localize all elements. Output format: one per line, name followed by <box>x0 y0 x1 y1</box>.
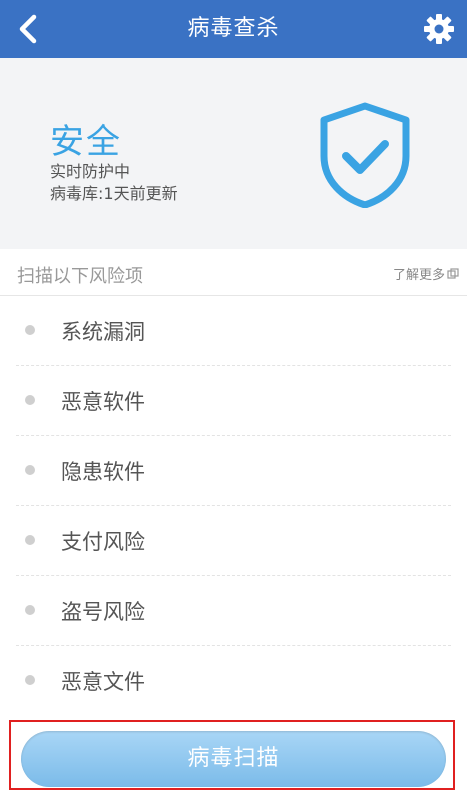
risk-label: 支付风险 <box>61 530 145 554</box>
risk-label: 隐患软件 <box>61 460 145 484</box>
risk-item-malware: 恶意软件 <box>16 366 451 436</box>
settings-button[interactable] <box>417 7 461 51</box>
external-link-icon <box>447 267 459 279</box>
bullet-icon <box>25 395 35 405</box>
bullet-icon <box>25 675 35 685</box>
status-title: 安全 <box>50 122 122 162</box>
risk-label: 恶意文件 <box>61 670 145 694</box>
risk-label: 系统漏洞 <box>61 320 145 344</box>
section-title: 扫描以下风险项 <box>17 266 143 287</box>
virus-db-update-text: 病毒库:1天前更新 <box>50 184 178 203</box>
risk-label: 恶意软件 <box>61 390 145 414</box>
top-bar: 病毒查杀 <box>0 0 467 58</box>
risk-item-payment-risk: 支付风险 <box>16 506 451 576</box>
risk-label: 盗号风险 <box>61 600 145 624</box>
bullet-icon <box>25 325 35 335</box>
shield-check-icon <box>320 102 410 208</box>
risk-item-risky-software: 隐患软件 <box>16 436 451 506</box>
learn-more-link[interactable]: 了解更多 <box>393 264 459 283</box>
risk-list: 系统漏洞 恶意软件 隐患软件 支付风险 盗号风险 恶意文件 <box>0 296 467 715</box>
gear-icon <box>424 14 454 44</box>
risk-item-account-theft-risk: 盗号风险 <box>16 576 451 646</box>
risk-item-malicious-files: 恶意文件 <box>16 646 451 715</box>
bullet-icon <box>25 535 35 545</box>
page-title: 病毒查杀 <box>187 16 280 41</box>
bullet-icon <box>25 605 35 615</box>
status-panel: 安全 实时防护中 病毒库:1天前更新 <box>0 58 467 249</box>
learn-more-label: 了解更多 <box>392 268 445 283</box>
bullet-icon <box>25 465 35 475</box>
scan-items-header: 扫描以下风险项 了解更多 <box>0 249 467 296</box>
virus-scan-button[interactable]: 病毒扫描 <box>21 731 446 787</box>
realtime-protection-text: 实时防护中 <box>50 162 131 181</box>
risk-item-system-vulnerability: 系统漏洞 <box>16 296 451 366</box>
